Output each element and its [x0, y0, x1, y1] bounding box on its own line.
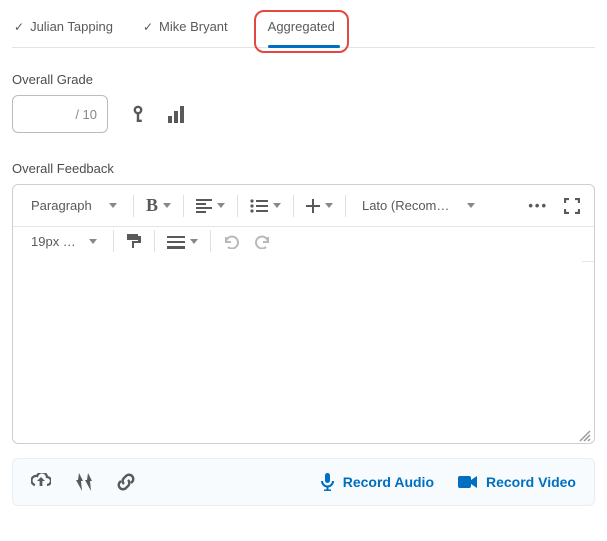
separator: [133, 195, 134, 217]
separator: [113, 230, 114, 252]
grade-max: / 10: [75, 107, 97, 122]
separator: [345, 195, 346, 217]
tab-label: Mike Bryant: [159, 19, 228, 34]
separator: [183, 195, 184, 217]
bold-button[interactable]: B: [140, 191, 177, 220]
link-icon[interactable]: [117, 473, 135, 491]
font-size-dropdown[interactable]: 19px …: [21, 230, 107, 253]
key-icon[interactable]: [130, 105, 146, 124]
font-family-dropdown[interactable]: Lato (Recom…: [352, 194, 485, 217]
tab-aggregated-highlight: Aggregated: [258, 16, 345, 37]
tab-aggregated[interactable]: Aggregated: [268, 19, 335, 34]
align-button[interactable]: [190, 195, 231, 217]
text-color-button[interactable]: [161, 230, 204, 253]
resize-handle-icon[interactable]: [578, 429, 592, 443]
dropdown-label: Paragraph: [31, 198, 92, 213]
overall-grade-label: Overall Grade: [12, 72, 595, 87]
record-video-button[interactable]: Record Video: [458, 474, 576, 490]
tab-label: Aggregated: [268, 19, 335, 34]
editor-toolbar-row-2: 19px …: [13, 227, 594, 268]
record-video-label: Record Video: [486, 474, 576, 490]
dropdown-label: Lato (Recom…: [362, 198, 449, 213]
check-icon: ✓: [14, 20, 24, 34]
undo-button[interactable]: [217, 229, 245, 253]
rich-text-editor: Paragraph B Lato (Recom… •••: [12, 184, 595, 444]
editor-toolbar-row-1: Paragraph B Lato (Recom… •••: [13, 185, 594, 227]
tab-label: Julian Tapping: [30, 19, 113, 34]
quicklink-icon[interactable]: [75, 473, 93, 491]
dropdown-label: 19px …: [31, 234, 76, 249]
bar-chart-icon[interactable]: [168, 105, 188, 123]
feedback-textarea[interactable]: [13, 268, 594, 443]
chevron-down-icon: [89, 239, 97, 244]
separator: [154, 230, 155, 252]
record-audio-label: Record Audio: [343, 474, 434, 490]
insert-button[interactable]: [300, 195, 339, 217]
chevron-down-icon: [163, 203, 171, 208]
separator: [237, 195, 238, 217]
upload-icon[interactable]: [31, 473, 51, 491]
tab-mike-bryant[interactable]: ✓ Mike Bryant: [143, 19, 228, 34]
chevron-down-icon: [325, 203, 333, 208]
chevron-down-icon: [273, 203, 281, 208]
chevron-down-icon: [190, 239, 198, 244]
evaluator-tabs: ✓ Julian Tapping ✓ Mike Bryant Aggregate…: [12, 12, 595, 48]
fullscreen-button[interactable]: [558, 194, 586, 218]
redo-button[interactable]: [249, 229, 277, 253]
format-painter-button[interactable]: [120, 229, 148, 253]
attachment-bar: Record Audio Record Video: [12, 458, 595, 506]
chevron-down-icon: [217, 203, 225, 208]
chevron-down-icon: [467, 203, 475, 208]
overall-feedback-label: Overall Feedback: [12, 161, 595, 176]
check-icon: ✓: [143, 20, 153, 34]
list-button[interactable]: [244, 195, 287, 217]
more-options-button[interactable]: •••: [522, 194, 554, 217]
tab-julian-tapping[interactable]: ✓ Julian Tapping: [14, 19, 113, 34]
grade-input[interactable]: [45, 106, 75, 123]
record-audio-button[interactable]: Record Audio: [320, 473, 434, 491]
grade-row: / 10: [12, 95, 595, 133]
chevron-down-icon: [109, 203, 117, 208]
separator: [293, 195, 294, 217]
separator: [210, 230, 211, 252]
tab-underline: [268, 45, 340, 48]
paragraph-style-dropdown[interactable]: Paragraph: [21, 194, 127, 217]
grade-input-box[interactable]: / 10: [12, 95, 108, 133]
